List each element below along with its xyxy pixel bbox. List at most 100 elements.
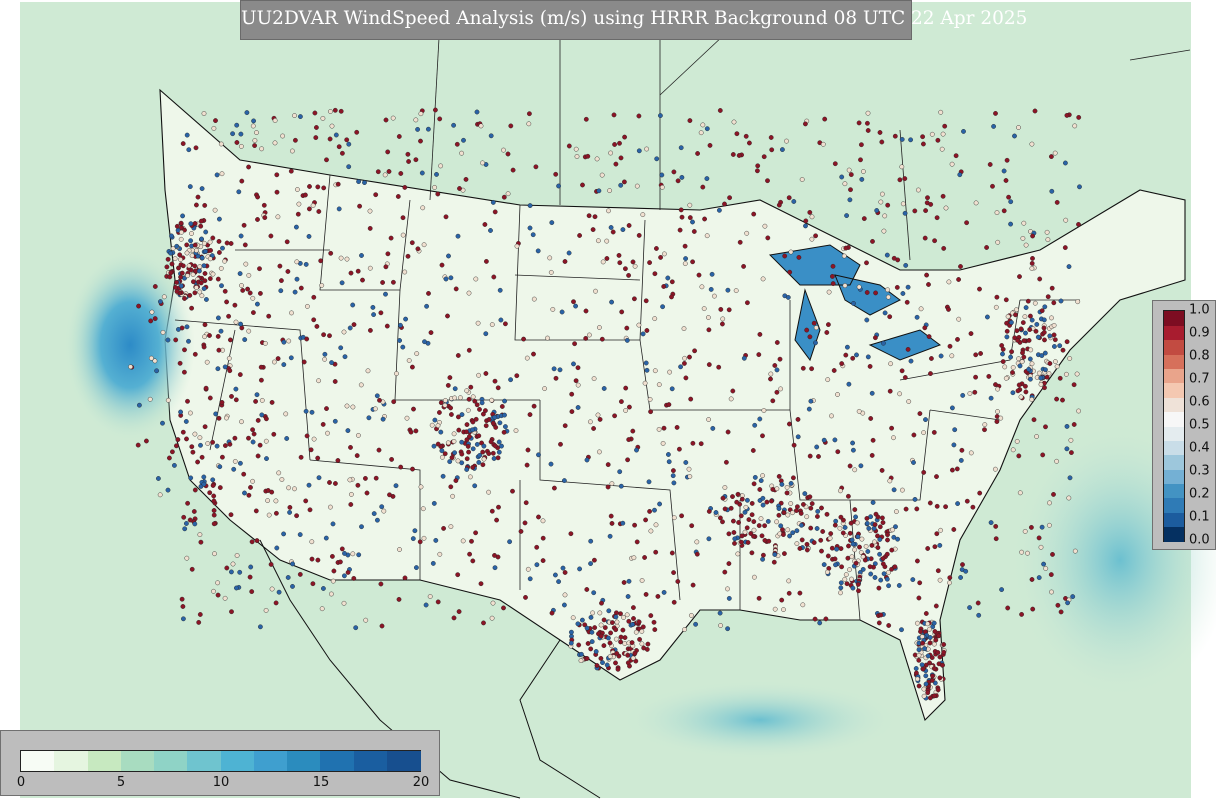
station-dot xyxy=(414,351,420,356)
station-dot xyxy=(1050,552,1055,557)
station-dot xyxy=(613,636,619,642)
station-dot xyxy=(766,538,772,544)
wind-speed-color-swatch xyxy=(120,751,155,771)
station-dot xyxy=(215,315,221,321)
station-dot xyxy=(474,109,480,115)
station-dot xyxy=(1039,308,1045,314)
station-dot xyxy=(322,356,327,362)
station-dot xyxy=(844,213,849,219)
station-dot xyxy=(621,615,626,620)
station-dot xyxy=(1020,235,1026,241)
station-dot xyxy=(902,375,908,380)
station-dot xyxy=(378,581,384,587)
station-dot xyxy=(765,235,771,241)
station-dot xyxy=(199,236,205,242)
station-dot xyxy=(464,422,470,427)
station-dot xyxy=(594,156,600,162)
station-dot xyxy=(400,344,406,350)
station-dot xyxy=(1063,160,1068,166)
station-dot xyxy=(568,531,574,537)
station-dot xyxy=(916,683,922,689)
station-dot xyxy=(203,385,209,391)
station-dot xyxy=(518,529,524,534)
station-dot xyxy=(601,643,607,648)
station-dot xyxy=(825,569,830,575)
station-dot xyxy=(250,295,256,301)
station-dot xyxy=(1016,356,1021,362)
station-dot xyxy=(169,261,175,267)
station-dot xyxy=(395,194,401,199)
station-dot xyxy=(1031,417,1037,423)
station-dot xyxy=(178,236,184,242)
station-dot xyxy=(589,629,595,635)
station-dot xyxy=(630,655,636,661)
station-dot xyxy=(247,290,253,296)
station-dot xyxy=(655,594,661,599)
station-dot xyxy=(473,530,478,536)
station-dot xyxy=(570,615,576,621)
station-dot xyxy=(548,269,554,275)
station-dot xyxy=(284,436,290,441)
station-dot xyxy=(307,507,313,513)
station-dot xyxy=(1037,276,1043,282)
station-dot xyxy=(189,231,194,236)
station-dot xyxy=(619,399,624,404)
station-dot xyxy=(915,620,920,626)
station-dot xyxy=(725,287,731,293)
station-dot xyxy=(149,309,155,315)
station-dot xyxy=(545,335,550,341)
station-dot xyxy=(575,365,581,371)
station-dot xyxy=(683,460,689,465)
station-dot xyxy=(973,374,978,380)
station-dot xyxy=(939,146,945,152)
station-dot xyxy=(776,506,782,511)
station-dot xyxy=(585,641,591,646)
station-dot xyxy=(622,134,627,140)
station-dot xyxy=(452,386,458,392)
station-dot xyxy=(745,540,751,545)
station-dot xyxy=(351,576,357,581)
station-dot xyxy=(903,262,909,268)
station-dot xyxy=(480,462,486,468)
station-dot xyxy=(611,112,617,118)
station-dot xyxy=(435,191,441,197)
station-dot xyxy=(933,603,939,609)
station-dot xyxy=(452,395,457,401)
station-dot xyxy=(344,137,350,143)
station-dot xyxy=(807,334,813,340)
station-dot xyxy=(912,208,918,214)
station-dot xyxy=(263,608,269,613)
station-dot xyxy=(367,265,373,271)
station-dot xyxy=(187,292,193,298)
station-dot xyxy=(415,246,421,252)
station-dot xyxy=(228,569,234,575)
station-dot xyxy=(991,124,996,129)
station-dot xyxy=(926,334,932,339)
station-dot xyxy=(413,157,419,163)
station-dot xyxy=(437,551,443,557)
station-dot xyxy=(257,290,263,296)
station-dot xyxy=(1054,458,1060,464)
station-dot xyxy=(781,607,786,612)
station-dot xyxy=(686,466,692,472)
station-dot xyxy=(211,512,217,518)
station-dot xyxy=(689,613,694,618)
station-dot xyxy=(666,452,671,457)
wind-speed-color-swatch xyxy=(386,751,421,771)
station-dot xyxy=(342,354,348,360)
station-dot xyxy=(825,377,831,382)
station-dot xyxy=(193,285,199,290)
wind-speed-map xyxy=(0,0,1216,800)
station-dot xyxy=(838,585,844,591)
station-dot xyxy=(193,248,199,253)
station-dot xyxy=(211,125,217,131)
station-dot xyxy=(1036,370,1042,376)
station-dot xyxy=(187,517,193,523)
station-dot xyxy=(562,423,568,429)
station-dot xyxy=(593,288,598,294)
station-dot xyxy=(978,351,983,356)
station-dot xyxy=(575,621,581,627)
station-dot xyxy=(195,194,201,200)
station-dot xyxy=(946,306,951,312)
ratio-color-swatch xyxy=(1164,411,1184,427)
